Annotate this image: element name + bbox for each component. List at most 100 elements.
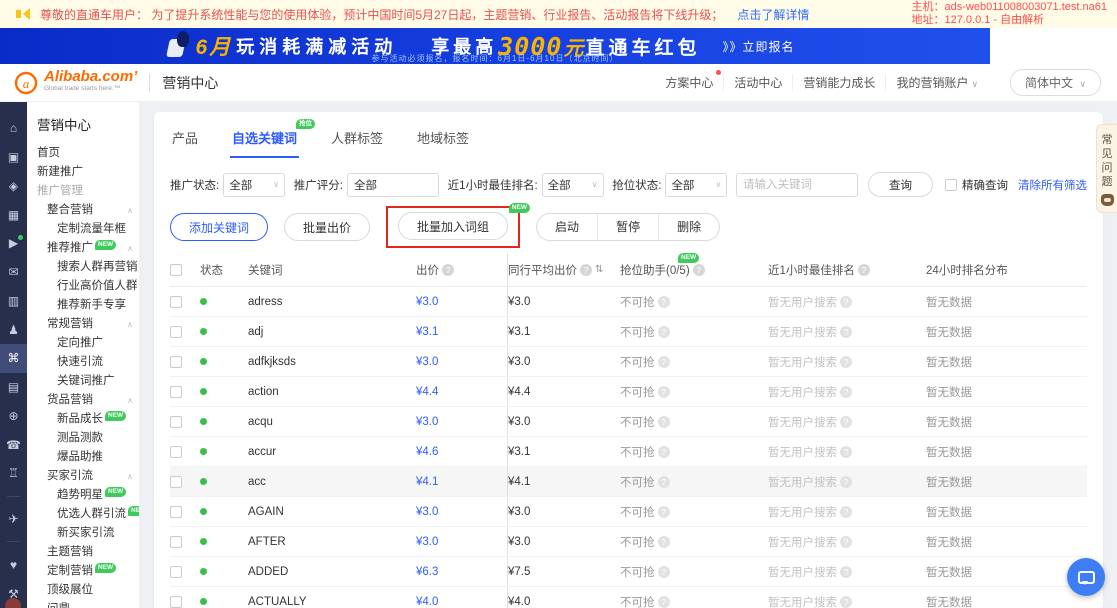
help-icon[interactable]: ?	[658, 386, 670, 398]
sidebar-item-9[interactable]: 常规营销∧	[37, 315, 139, 334]
pause-button[interactable]: 暂停	[597, 214, 658, 240]
rail-bottom-avatar[interactable]	[5, 598, 21, 608]
chevron-up-icon[interactable]: ∧	[127, 315, 133, 334]
row-checkbox[interactable]	[170, 326, 182, 338]
sort-icon[interactable]: ⇅	[595, 264, 603, 275]
help-icon[interactable]: ?	[840, 296, 852, 308]
sidebar-item-19[interactable]: 优选人群引流NEW	[37, 505, 139, 524]
rank-filter-select[interactable]: 全部∨	[542, 173, 604, 197]
bulk-add-group-button[interactable]: 批量加入词组	[398, 212, 508, 240]
banner-signup-link[interactable]: 》》立即报名	[722, 38, 794, 55]
faq-tab[interactable]: 常见问题	[1096, 124, 1117, 213]
row-checkbox[interactable]	[170, 596, 182, 608]
help-icon[interactable]: ?	[658, 596, 670, 608]
send-icon[interactable]: ✈	[0, 505, 27, 534]
help-icon[interactable]: ?	[658, 356, 670, 368]
help-icon[interactable]: ?	[840, 596, 852, 608]
help-icon[interactable]: ?	[658, 326, 670, 338]
chat-button[interactable]	[1067, 558, 1105, 596]
bid-value[interactable]: ¥3.1	[416, 326, 438, 338]
row-checkbox[interactable]	[170, 476, 182, 488]
chart-icon[interactable]: ▥	[0, 287, 27, 316]
bank-icon[interactable]: ♖	[0, 459, 27, 488]
help-icon[interactable]: ?	[840, 506, 852, 518]
sidebar-item-1[interactable]: 新建推广	[37, 163, 139, 182]
message-icon[interactable]: ✉	[0, 258, 27, 287]
grab-filter-select[interactable]: 全部∨	[665, 173, 727, 197]
sidebar-item-17[interactable]: 买家引流∧	[37, 467, 139, 486]
sidebar-item-8[interactable]: 推荐新手专享	[37, 296, 139, 315]
bulk-bid-button[interactable]: 批量出价	[284, 213, 370, 241]
row-checkbox[interactable]	[170, 356, 182, 368]
start-button[interactable]: 启动	[537, 214, 597, 240]
help-icon[interactable]: ?	[658, 476, 670, 488]
notice-detail-link[interactable]: 点击了解详情	[737, 6, 809, 23]
apps-icon[interactable]: ▦	[0, 200, 27, 229]
bid-value[interactable]: ¥3.0	[416, 416, 438, 428]
row-checkbox[interactable]	[170, 566, 182, 578]
sidebar-item-14[interactable]: 新品成长NEW	[37, 410, 139, 429]
support-icon[interactable]: ☎	[0, 430, 27, 459]
add-keyword-button[interactable]: 添加关键词	[170, 213, 268, 241]
alibaba-logo[interactable]: a Alibaba.com’ Global trade starts here.…	[14, 71, 137, 95]
exact-query-checkbox[interactable]	[945, 179, 957, 191]
row-checkbox[interactable]	[170, 386, 182, 398]
row-checkbox[interactable]	[170, 296, 182, 308]
sidebar-item-21[interactable]: 主题营销	[37, 543, 139, 562]
row-checkbox[interactable]	[170, 536, 182, 548]
help-icon[interactable]: ?	[693, 264, 705, 276]
sidebar-item-22[interactable]: 定制营销NEW	[37, 562, 139, 581]
help-icon[interactable]: ?	[840, 536, 852, 548]
bid-value[interactable]: ¥3.0	[416, 506, 438, 518]
audience-icon[interactable]: ♟	[0, 315, 27, 344]
campaign-icon[interactable]: ▣	[0, 143, 27, 172]
help-icon[interactable]: ?	[442, 264, 454, 276]
help-icon[interactable]: ?	[840, 416, 852, 428]
help-icon[interactable]: ?	[658, 416, 670, 428]
help-icon[interactable]: ?	[840, 386, 852, 398]
keyword-search-input[interactable]	[736, 173, 858, 197]
report-icon[interactable]: ▤	[0, 373, 27, 402]
sidebar-item-23[interactable]: 顶级展位	[37, 581, 139, 600]
video-icon[interactable]: ▶	[0, 229, 27, 258]
bid-value[interactable]: ¥4.4	[416, 386, 438, 398]
chevron-up-icon[interactable]: ∧	[127, 467, 133, 486]
sidebar-item-0[interactable]: 首页	[37, 144, 139, 163]
select-all-checkbox[interactable]	[170, 264, 182, 276]
shield-icon[interactable]: ◈	[0, 172, 27, 201]
help-icon[interactable]: ?	[840, 566, 852, 578]
help-icon[interactable]: ?	[658, 296, 670, 308]
sidebar-item-7[interactable]: 行业高价值人群	[37, 277, 139, 296]
chevron-up-icon[interactable]: ∧	[127, 391, 133, 410]
heart-icon[interactable]: ♥	[0, 550, 27, 579]
chevron-up-icon[interactable]: ∧	[127, 201, 133, 220]
chevron-up-icon[interactable]: ∧	[127, 239, 133, 258]
row-checkbox[interactable]	[170, 416, 182, 428]
bid-value[interactable]: ¥4.1	[416, 476, 438, 488]
header-nav-2[interactable]: 营销能力成长	[792, 74, 885, 91]
sidebar-item-18[interactable]: 趋势明星NEW	[37, 486, 139, 505]
globe-icon[interactable]: ⊕	[0, 402, 27, 431]
help-icon[interactable]: ?	[858, 264, 870, 276]
delete-button[interactable]: 删除	[658, 214, 719, 240]
help-icon[interactable]: ?	[580, 264, 592, 276]
sidebar-item-12[interactable]: 关键词推广	[37, 372, 139, 391]
bid-value[interactable]: ¥4.6	[416, 446, 438, 458]
help-icon[interactable]: ?	[658, 446, 670, 458]
tab-2[interactable]: 人群标签	[329, 126, 385, 158]
sidebar-item-4[interactable]: 定制流量年框	[37, 220, 139, 239]
header-nav-1[interactable]: 活动中心	[723, 74, 792, 91]
help-icon[interactable]: ?	[840, 476, 852, 488]
bid-value[interactable]: ¥3.0	[416, 356, 438, 368]
bid-value[interactable]: ¥4.0	[416, 596, 438, 608]
sidebar-item-24[interactable]: 问鼎	[37, 600, 139, 608]
status-filter-select[interactable]: 全部∨	[223, 173, 285, 197]
tab-0[interactable]: 产品	[170, 126, 200, 158]
help-icon[interactable]: ?	[658, 566, 670, 578]
tab-1[interactable]: 自选关键词抢位	[230, 126, 299, 158]
network-icon[interactable]: ⌘	[0, 344, 27, 373]
language-selector[interactable]: 简体中文 ∨	[1010, 69, 1101, 96]
tab-3[interactable]: 地域标签	[415, 126, 471, 158]
sidebar-item-20[interactable]: 新买家引流	[37, 524, 139, 543]
sidebar-item-13[interactable]: 货品营销∧	[37, 391, 139, 410]
